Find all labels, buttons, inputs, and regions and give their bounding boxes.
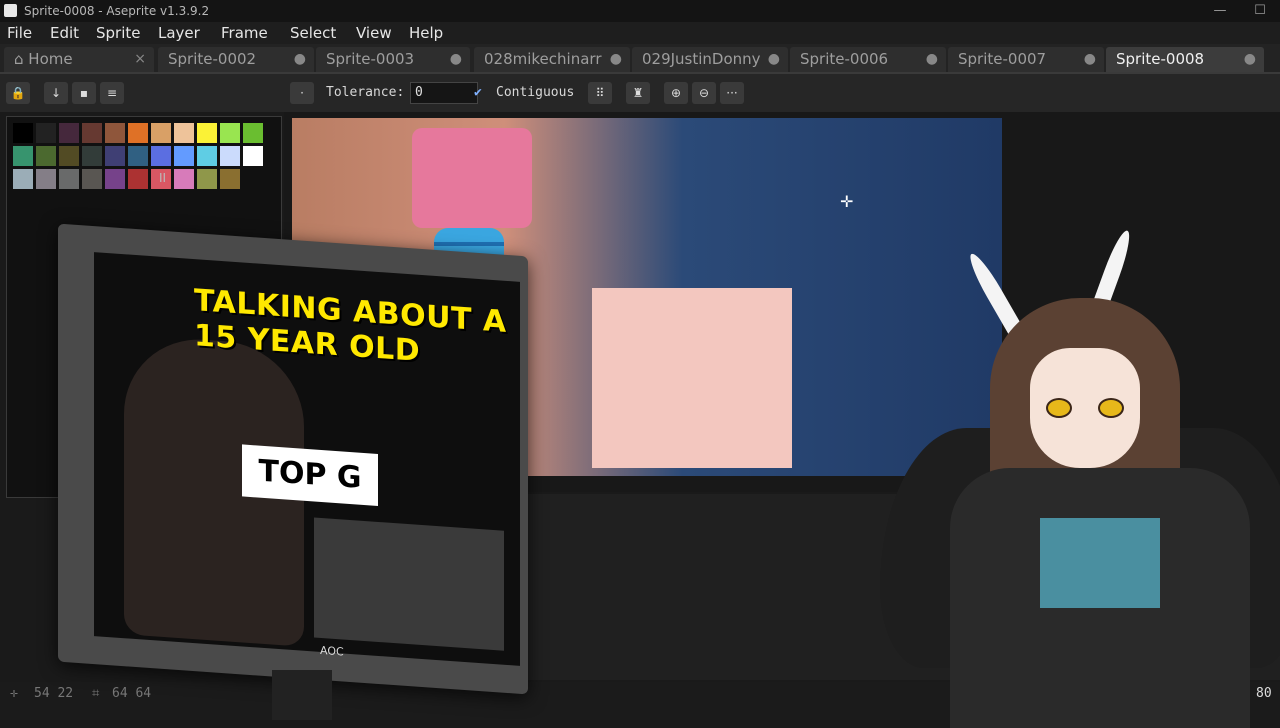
- tab-sprite-0008[interactable]: Sprite-0008 ●: [1106, 47, 1264, 72]
- left-horn-figure: [964, 250, 1024, 336]
- lock-icon[interactable]: 🔒: [6, 82, 30, 104]
- palette-swatch[interactable]: [128, 146, 148, 166]
- video-badge: TOP G: [242, 444, 378, 506]
- sprite-size-icon: ⌗: [92, 686, 100, 701]
- palette-swatch[interactable]: [13, 123, 33, 143]
- more-options-icon[interactable]: ···: [720, 82, 744, 104]
- palette-swatch[interactable]: [128, 123, 148, 143]
- palette-swatch[interactable]: [36, 146, 56, 166]
- menu-select[interactable]: Select: [290, 22, 336, 44]
- palette-swatch[interactable]: [59, 123, 79, 143]
- contiguous-label: Contiguous: [496, 85, 575, 100]
- menu-icon[interactable]: ≡: [100, 82, 124, 104]
- palette-swatch[interactable]: [82, 146, 102, 166]
- cursor-position-icon: ✛: [10, 686, 18, 701]
- home-icon: ⌂: [14, 50, 29, 68]
- tab-sprite-0002[interactable]: Sprite-0002 ●: [158, 47, 314, 72]
- palette-swatch[interactable]: [105, 123, 125, 143]
- palette-swatch[interactable]: [82, 123, 102, 143]
- monitor-overlay: TALKING ABOUT A 15 YEAR OLD TOP G AOC: [58, 223, 528, 695]
- tab-sprite-0003[interactable]: Sprite-0003 ●: [316, 47, 470, 72]
- palette-swatch[interactable]: [128, 169, 148, 189]
- chess-board-figure: [314, 517, 504, 651]
- context-toolbar: 🔒 ↓ ▪ ≡ · Tolerance: 0 ✔ Contiguous ⠿ ♜ …: [0, 74, 1280, 112]
- palette-swatch[interactable]: [220, 123, 240, 143]
- palette-swatch[interactable]: [220, 169, 240, 189]
- tab-sprite-0006[interactable]: Sprite-0006 ●: [790, 47, 946, 72]
- menu-layer[interactable]: Layer: [158, 22, 200, 44]
- menu-help[interactable]: Help: [409, 22, 443, 44]
- sprite-size: 64 64: [112, 686, 152, 701]
- menu-sprite[interactable]: Sprite: [96, 22, 141, 44]
- window-title-bar: Sprite-0008 - Aseprite v1.3.9.2 — ☐: [0, 0, 1280, 22]
- monitor-stand: [272, 670, 332, 720]
- tab-modified-icon[interactable]: ●: [1244, 47, 1256, 72]
- palette-swatch[interactable]: [82, 169, 102, 189]
- download-icon[interactable]: ↓: [44, 82, 68, 104]
- tolerance-input[interactable]: 0: [410, 82, 478, 104]
- tab-modified-icon[interactable]: ●: [294, 47, 306, 72]
- symmetry-vertical-icon[interactable]: ⊕: [664, 82, 688, 104]
- window-title: Sprite-0008 - Aseprite v1.3.9.2: [24, 4, 210, 18]
- menu-frame[interactable]: Frame: [221, 22, 268, 44]
- document-tab-bar: ⌂ Home × Sprite-0002 ● Sprite-0003 ● 028…: [0, 44, 1280, 74]
- palette-swatch[interactable]: [13, 146, 33, 166]
- tab-029justindonny[interactable]: 029JustinDonny ●: [632, 47, 788, 72]
- palette-swatch[interactable]: [243, 146, 263, 166]
- tab-home[interactable]: ⌂ Home ×: [4, 47, 154, 72]
- palette-swatch[interactable]: [197, 146, 217, 166]
- palette-swatch[interactable]: [105, 169, 125, 189]
- maximize-icon[interactable]: ☐: [1240, 0, 1280, 22]
- tab-modified-icon[interactable]: ●: [610, 47, 622, 72]
- monitor-brand: AOC: [320, 643, 344, 659]
- palette-swatch[interactable]: [151, 146, 171, 166]
- cursor-position: 54 22: [34, 686, 74, 701]
- menu-view[interactable]: View: [356, 22, 392, 44]
- palette-swatch[interactable]: [151, 123, 171, 143]
- save-icon[interactable]: ▪: [72, 82, 96, 104]
- symmetry-horizontal-icon[interactable]: ⊖: [692, 82, 716, 104]
- tab-modified-icon[interactable]: ●: [450, 47, 462, 72]
- tab-028mikechinarr[interactable]: 028mikechinarr ●: [474, 47, 630, 72]
- palette-resize-indicator[interactable]: II: [159, 171, 166, 185]
- brush-size-icon[interactable]: ·: [290, 82, 314, 104]
- contiguous-checkbox[interactable]: ✔: [474, 82, 482, 104]
- palette-swatch[interactable]: [13, 169, 33, 189]
- palette-swatch[interactable]: [174, 146, 194, 166]
- palette-swatch[interactable]: [174, 169, 194, 189]
- palette-swatch[interactable]: [59, 169, 79, 189]
- tab-modified-icon[interactable]: ●: [926, 47, 938, 72]
- palette-swatch[interactable]: [59, 146, 79, 166]
- stamp-icon[interactable]: ♜: [626, 82, 650, 104]
- drink-cup-artwork: [412, 128, 532, 228]
- left-eye-figure: [1046, 398, 1072, 418]
- crosshair-cursor-icon: ✛: [840, 192, 854, 211]
- aseprite-app-icon: [4, 4, 17, 17]
- palette-swatch[interactable]: [36, 123, 56, 143]
- vtuber-avatar: [880, 227, 1280, 728]
- tab-modified-icon[interactable]: ●: [1084, 47, 1096, 72]
- minimize-icon[interactable]: —: [1200, 0, 1240, 22]
- tolerance-label: Tolerance:: [326, 85, 405, 100]
- palette-swatch[interactable]: [197, 169, 217, 189]
- palette-swatch[interactable]: [220, 146, 240, 166]
- menu-bar: File Edit Sprite Layer Frame Select View…: [0, 22, 1280, 44]
- tab-sprite-0007[interactable]: Sprite-0007 ●: [948, 47, 1104, 72]
- tab-close-icon[interactable]: ×: [134, 47, 146, 72]
- palette-swatch[interactable]: [36, 169, 56, 189]
- palette-swatch[interactable]: [197, 123, 217, 143]
- pixel-perfect-icon[interactable]: ⠿: [588, 82, 612, 104]
- palette-swatch[interactable]: [105, 146, 125, 166]
- monitor-screen: TALKING ABOUT A 15 YEAR OLD TOP G: [94, 252, 520, 666]
- palette-swatch[interactable]: [174, 123, 194, 143]
- pixel-art-foreground: [592, 288, 792, 468]
- top-figure: [1040, 518, 1160, 608]
- palette-swatch[interactable]: [243, 123, 263, 143]
- menu-edit[interactable]: Edit: [50, 22, 79, 44]
- menu-file[interactable]: File: [7, 22, 32, 44]
- tab-modified-icon[interactable]: ●: [768, 47, 780, 72]
- right-eye-figure: [1098, 398, 1124, 418]
